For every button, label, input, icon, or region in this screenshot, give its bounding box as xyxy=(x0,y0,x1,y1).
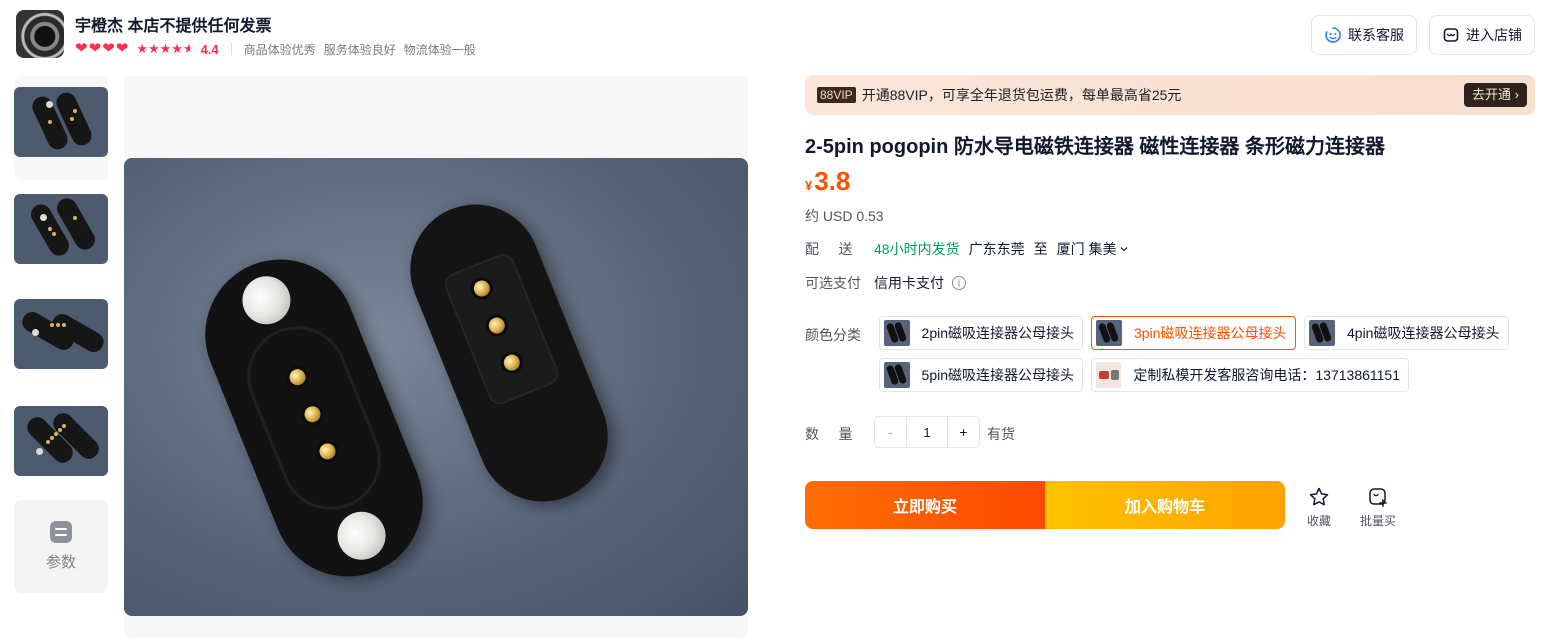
sku-thumbnail xyxy=(884,320,910,346)
thumbnail-4[interactable] xyxy=(14,406,108,476)
shipping-label: 配 送 xyxy=(805,241,853,257)
shop-logo[interactable] xyxy=(16,10,64,58)
shop-header: 宇橙杰 本店不提供任何发票 ❤ ❤ ❤ ❤ ★ ★ ★ ★ ★ 4.4 商品体验… xyxy=(0,0,1559,70)
half-star-icon: ★ xyxy=(182,41,195,56)
thumbnail-2[interactable] xyxy=(14,194,108,264)
thumbnail-3[interactable] xyxy=(14,299,108,369)
experience-service: 服务体验良好 xyxy=(323,42,396,57)
sku-option-custom[interactable]: 定制私模开发客服咨询电话：13713861151 xyxy=(1091,358,1409,392)
params-button[interactable]: 参数 xyxy=(14,500,108,593)
bulk-buy-button[interactable]: 批量买 xyxy=(1358,486,1398,529)
params-label: 参数 xyxy=(45,554,76,571)
sku-thumbnail xyxy=(1096,362,1122,388)
sku-thumbnail xyxy=(1096,320,1122,346)
star-icon: ★ xyxy=(159,41,172,56)
payment-method: 信用卡支付 xyxy=(874,275,944,291)
contact-service-button[interactable]: 联系客服 xyxy=(1311,15,1417,55)
shop-score: 4.4 xyxy=(200,41,219,57)
shipping-to: 至 xyxy=(1033,241,1048,257)
quantity-minus-button[interactable]: - xyxy=(875,417,907,447)
favorite-label: 收藏 xyxy=(1306,514,1331,528)
heart-icon: ❤ xyxy=(88,40,102,57)
enter-store-button[interactable]: 进入店铺 xyxy=(1429,15,1535,55)
star-icon: ★ xyxy=(171,41,183,56)
product-title: 2-5pin pogopin 防水导电磁铁连接器 磁性连接器 条形磁力连接器 xyxy=(805,136,1385,158)
contact-service-label: 联系客服 xyxy=(1348,27,1404,43)
shipping-info: 48小时内发货 广东东莞 至 厦门 集美 xyxy=(874,239,1129,259)
shop-hearts: ❤ ❤ ❤ ❤ xyxy=(75,40,128,58)
connector-male xyxy=(390,184,628,522)
info-circle-icon[interactable]: i xyxy=(952,276,966,290)
main-product-image[interactable] xyxy=(124,158,748,616)
sku-option-3pin[interactable]: 3pin磁吸连接器公母接头 xyxy=(1091,316,1296,350)
heart-icon: ❤ xyxy=(102,40,115,57)
product-price: ¥ 3.8 xyxy=(805,166,850,197)
star-icon: ★ xyxy=(136,41,148,56)
shop-rating-row: ❤ ❤ ❤ ❤ ★ ★ ★ ★ ★ 4.4 商品体验优秀 服务体验良好 物流体验… xyxy=(75,40,484,58)
quantity-label: 数 量 xyxy=(805,426,853,442)
experience-logistics: 物流体验一般 xyxy=(403,42,476,57)
connector-female xyxy=(182,236,446,600)
purchase-buttons: 立即购买 加入购物车 xyxy=(805,481,1285,529)
sliders-icon xyxy=(50,521,72,543)
sku-label: 颜色分类 xyxy=(805,327,861,343)
shipping-destination: 厦门 集美 xyxy=(1056,241,1117,257)
price-amount: 3.8 xyxy=(814,166,851,196)
sku-option-label: 4pin磁吸连接器公母接头 xyxy=(1347,325,1500,341)
divider xyxy=(230,43,232,55)
smile-face-icon xyxy=(1324,26,1342,44)
enter-store-label: 进入店铺 xyxy=(1466,27,1522,43)
sku-option-5pin[interactable]: 5pin磁吸连接器公母接头 xyxy=(879,358,1083,392)
thumbnail-1[interactable] xyxy=(14,87,108,157)
shipping-fast: 48小时内发货 xyxy=(874,241,960,257)
experience-product: 商品体验优秀 xyxy=(243,42,316,57)
quantity-plus-button[interactable]: + xyxy=(947,417,979,447)
favorite-button[interactable]: 收藏 xyxy=(1306,486,1332,529)
star-icon: ★ xyxy=(147,41,160,56)
quantity-input[interactable]: 1 xyxy=(907,417,947,447)
shipping-destination-select[interactable]: 厦门 集美 xyxy=(1057,239,1130,259)
sku-option-label: 3pin磁吸连接器公母接头 xyxy=(1134,325,1287,341)
payment-info: 信用卡支付 i xyxy=(874,273,966,293)
sku-thumbnail xyxy=(1309,320,1335,346)
buy-now-button[interactable]: 立即购买 xyxy=(805,481,1045,529)
chevron-down-icon xyxy=(1121,247,1128,252)
star-outline-icon xyxy=(1308,486,1330,508)
vip-open-button[interactable]: 去开通 › xyxy=(1464,83,1527,107)
sku-option-label: 5pin磁吸连接器公母接头 xyxy=(921,367,1074,383)
sku-option-4pin[interactable]: 4pin磁吸连接器公母接头 xyxy=(1304,316,1509,350)
price-usd: 约 USD 0.53 xyxy=(805,208,884,224)
store-icon xyxy=(1442,26,1460,44)
vip-badge: 88VIP xyxy=(817,87,856,103)
add-to-cart-button[interactable]: 加入购物车 xyxy=(1045,481,1285,529)
sku-option-label: 定制私模开发客服咨询电话：13713861151 xyxy=(1133,367,1400,383)
shop-name[interactable]: 宇橙杰 本店不提供任何发票 xyxy=(75,12,271,36)
price-currency: ¥ xyxy=(805,178,813,193)
shipping-origin: 广东东莞 xyxy=(968,241,1025,257)
heart-icon: ❤ xyxy=(115,40,129,57)
vip-text: 开通88VIP，可享全年退货包运费，每单最高省25元 xyxy=(861,87,1182,103)
sku-option-label: 2pin磁吸连接器公母接头 xyxy=(921,325,1074,341)
vip-banner: 88VIP 开通88VIP，可享全年退货包运费，每单最高省25元 去开通 › xyxy=(805,75,1535,115)
heart-icon: ❤ xyxy=(75,40,88,57)
bulk-cart-icon xyxy=(1367,486,1389,508)
stock-status: 有货 xyxy=(987,426,1015,442)
sku-option-2pin[interactable]: 2pin磁吸连接器公母接头 xyxy=(879,316,1083,350)
bulk-buy-label: 批量买 xyxy=(1359,514,1396,528)
shop-stars: ★ ★ ★ ★ ★ xyxy=(136,40,194,58)
sku-thumbnail xyxy=(884,362,910,388)
payment-label: 可选支付 xyxy=(805,275,861,291)
quantity-stepper: - 1 + xyxy=(874,416,980,448)
